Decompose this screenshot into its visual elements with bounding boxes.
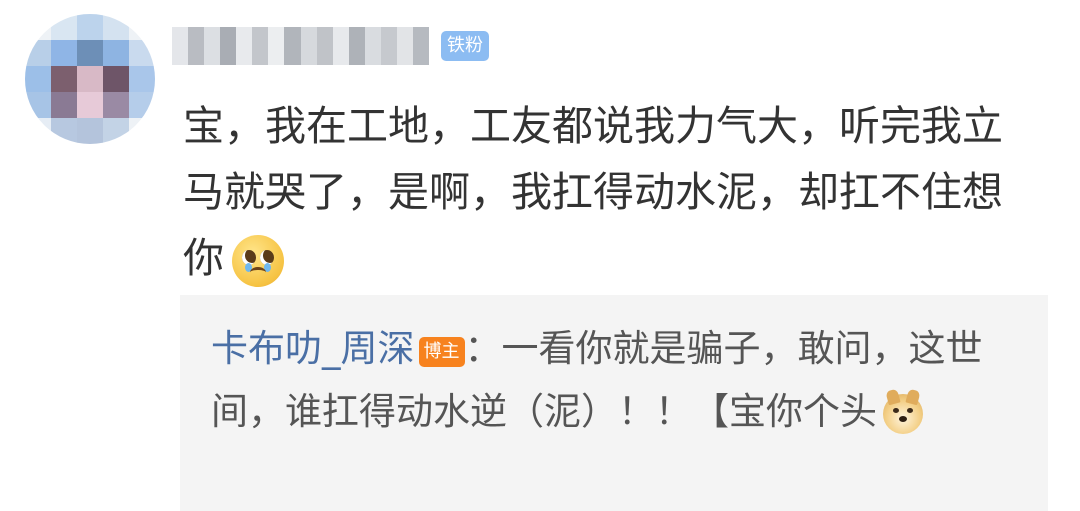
- username-redacted[interactable]: [172, 27, 429, 65]
- avatar[interactable]: [25, 14, 155, 144]
- comment-item: 铁粉 宝，我在工地，工友都说我力气大，听完我立马就哭了，是啊，我扛得动水泥，却扛…: [0, 0, 1080, 511]
- host-badge: 博主: [418, 337, 465, 367]
- fan-badge: 铁粉: [441, 31, 489, 61]
- comment-text: 宝，我在工地，工友都说我力气大，听完我立马就哭了，是啊，我扛得动水泥，却扛不住想…: [183, 93, 1043, 291]
- comment-text-body: 宝，我在工地，工友都说我力气大，听完我立马就哭了，是啊，我扛得动水泥，却扛不住想…: [183, 102, 1003, 282]
- doge-icon: [883, 388, 923, 434]
- reply-box[interactable]: 卡布叻_周深 博主 ：一看你就是骗子，敢问，这世间，谁扛得动水逆（泥）！！【宝你个头: [180, 295, 1048, 511]
- pleading-face-icon: [232, 235, 284, 287]
- reply-author-link[interactable]: 卡布叻_周深: [211, 327, 415, 370]
- reply-text: 卡布叻_周深 博主 ：一看你就是骗子，敢问，这世间，谁扛得动水逆（泥）！！【宝你个头: [211, 317, 1011, 443]
